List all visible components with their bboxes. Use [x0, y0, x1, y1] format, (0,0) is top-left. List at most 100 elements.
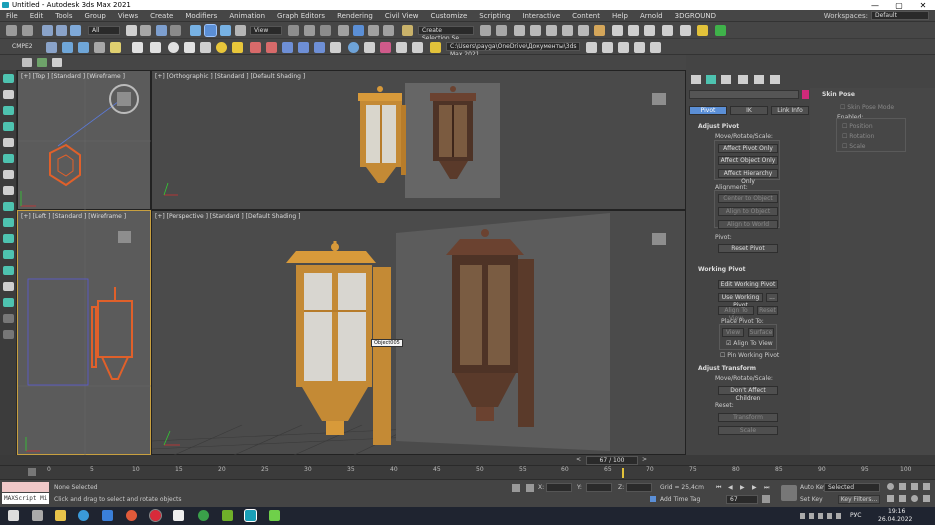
- opera-icon[interactable]: [149, 509, 162, 522]
- cylinder-primitive-icon[interactable]: [184, 42, 195, 53]
- curve-editor-icon[interactable]: [562, 25, 573, 36]
- working-pivot-heading[interactable]: Working Pivot: [698, 266, 746, 273]
- hierarchy-icon[interactable]: [330, 42, 341, 53]
- goto-end-icon[interactable]: ⏭: [764, 484, 769, 492]
- time-config-icon[interactable]: [762, 495, 770, 503]
- move-icon[interactable]: [190, 25, 201, 36]
- store-icon[interactable]: [173, 510, 184, 521]
- menu-help[interactable]: Help: [606, 12, 634, 20]
- set-key-big-icon[interactable]: [781, 485, 797, 501]
- track-bar[interactable]: 0 5 10 15 20 25 30 35 40 45 50 55 60 65 …: [0, 465, 686, 479]
- light-tool-icon[interactable]: [3, 298, 14, 307]
- place-surface-button[interactable]: Surface: [748, 328, 774, 337]
- time-slider-thumb[interactable]: 67 / 100: [586, 456, 638, 465]
- adjust-pivot-heading[interactable]: Adjust Pivot: [698, 123, 739, 130]
- viewport-perspective[interactable]: [+] [Perspective ] [Standard ] [Default …: [151, 210, 686, 456]
- reset-pivot-button[interactable]: Reset Pivot: [718, 244, 778, 253]
- modify-icon[interactable]: [3, 90, 14, 99]
- reference-coordinate-dropdown[interactable]: View: [250, 26, 282, 35]
- save-icon[interactable]: [602, 42, 613, 53]
- place-view-button[interactable]: View: [722, 328, 744, 337]
- viewport-left-label[interactable]: [+] [Left ] [Standard ] [Wireframe ]: [21, 213, 126, 220]
- align-to-view-checkbox[interactable]: ☑ Align To View: [726, 340, 773, 347]
- viewport-top[interactable]: [+] [Top ] [Standard ] [Wireframe ]: [17, 70, 152, 211]
- maximize-button[interactable]: ▢: [887, 1, 911, 10]
- maxscript-mini-listener[interactable]: MAXScript Mi: [2, 493, 49, 504]
- schematic-view-icon[interactable]: [578, 25, 589, 36]
- menu-rendering[interactable]: Rendering: [331, 12, 379, 20]
- open-icon[interactable]: [586, 42, 597, 53]
- set-key-button[interactable]: Set Key: [800, 496, 823, 503]
- render-production-icon[interactable]: [644, 25, 655, 36]
- windows-start-icon[interactable]: [8, 510, 19, 521]
- adjust-transform-heading[interactable]: Adjust Transform: [698, 365, 756, 372]
- position-checkbox[interactable]: ☐ Position: [842, 123, 873, 130]
- lock-selection-icon[interactable]: [512, 484, 520, 492]
- maximize-viewport-icon[interactable]: [923, 495, 930, 502]
- fetch-icon[interactable]: [634, 42, 645, 53]
- scene-tool-icon[interactable]: [52, 58, 62, 67]
- reset-transform-button[interactable]: Transform: [718, 413, 778, 422]
- orbit-icon[interactable]: [911, 495, 918, 502]
- select-object-icon[interactable]: [126, 25, 137, 36]
- reset-scale-button[interactable]: Scale: [718, 426, 778, 435]
- menu-animation[interactable]: Animation: [223, 12, 271, 20]
- mirror-icon[interactable]: [480, 25, 491, 36]
- affect-pivot-only-button[interactable]: Affect Pivot Only: [718, 144, 778, 153]
- 3dground-icon[interactable]: [715, 25, 726, 36]
- move-tool-icon[interactable]: [3, 218, 14, 227]
- zoom-all-icon[interactable]: [899, 483, 906, 490]
- next-frame-icon[interactable]: ▶: [752, 484, 757, 491]
- scale-checkbox[interactable]: ☐ Scale: [842, 143, 865, 150]
- panel-modify-tab-icon[interactable]: [706, 75, 716, 84]
- rect-selection-icon[interactable]: [156, 25, 167, 36]
- spline-icon[interactable]: [250, 42, 261, 53]
- add-time-tag-button[interactable]: Add Time Tag: [660, 496, 700, 503]
- utilities-icon[interactable]: [3, 154, 14, 163]
- rotation-checkbox[interactable]: ☐ Rotation: [842, 133, 874, 140]
- app-green-icon[interactable]: [269, 510, 280, 521]
- align-to-view-button[interactable]: Align To View: [718, 306, 754, 322]
- menu-scripting[interactable]: Scripting: [473, 12, 516, 20]
- minimize-button[interactable]: —: [863, 1, 887, 10]
- skin-pose-mode-checkbox[interactable]: ☐ Skin Pose Mode: [840, 104, 894, 111]
- zoom-extents-all-icon[interactable]: [923, 483, 930, 490]
- scene-tool-icon[interactable]: [37, 58, 47, 67]
- bind-space-warp-icon[interactable]: [70, 25, 81, 36]
- pan-icon[interactable]: [899, 495, 906, 502]
- panel-create-tab-icon[interactable]: [691, 75, 701, 84]
- project-folder-icon[interactable]: [430, 42, 441, 53]
- reset-working-pivot-button[interactable]: Reset: [757, 306, 778, 315]
- toggle-ribbon-icon[interactable]: [546, 25, 557, 36]
- unlink-icon[interactable]: [56, 25, 67, 36]
- vertex-icon[interactable]: [298, 42, 309, 53]
- current-frame-field[interactable]: 67: [726, 495, 758, 504]
- menu-create[interactable]: Create: [144, 12, 179, 20]
- isolate-icon[interactable]: [3, 202, 14, 211]
- viewport-left[interactable]: [+] [Left ] [Standard ] [Wireframe ]: [17, 210, 152, 456]
- create-icon[interactable]: [3, 74, 14, 83]
- globe-icon[interactable]: [348, 42, 359, 53]
- nvidia-icon[interactable]: [222, 510, 233, 521]
- star-icon[interactable]: [232, 42, 243, 53]
- place-icon[interactable]: [235, 25, 246, 36]
- viewport-persp-label[interactable]: [+] [Perspective ] [Standard ] [Default …: [155, 213, 300, 220]
- zoom-icon[interactable]: [887, 483, 894, 490]
- display-icon[interactable]: [3, 138, 14, 147]
- z-coordinate-field[interactable]: [626, 483, 652, 492]
- paint-tool-icon[interactable]: [3, 330, 14, 339]
- task-view-icon[interactable]: [32, 510, 43, 521]
- link-info-tab[interactable]: Link Info: [771, 106, 809, 115]
- panel-utilities-tab-icon[interactable]: [770, 75, 780, 84]
- menu-group[interactable]: Group: [79, 12, 112, 20]
- render-online-icon[interactable]: [662, 25, 673, 36]
- affect-object-only-button[interactable]: Affect Object Only: [718, 156, 778, 165]
- brush-icon[interactable]: [266, 42, 277, 53]
- ik-tab[interactable]: IK: [730, 106, 768, 115]
- key-selection-dropdown[interactable]: Selected: [824, 483, 880, 492]
- bend-icon[interactable]: [3, 250, 14, 259]
- edit-named-selection-icon[interactable]: [402, 25, 413, 36]
- render-setup-icon[interactable]: [612, 25, 623, 36]
- window-crossing-icon[interactable]: [170, 25, 181, 36]
- material-editor-icon[interactable]: [594, 25, 605, 36]
